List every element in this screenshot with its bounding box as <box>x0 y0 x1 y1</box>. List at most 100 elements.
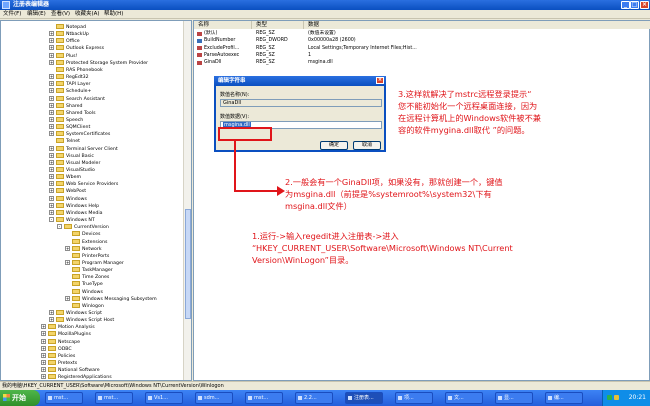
value-row[interactable]: GinaDll REG_SZ msgina.dll <box>194 59 494 66</box>
tree-node[interactable]: - CurrentVersion <box>57 224 109 231</box>
expand-icon[interactable]: + <box>49 195 54 201</box>
expand-icon[interactable]: + <box>49 145 54 151</box>
tree-node[interactable]: + Wbem <box>49 174 81 181</box>
taskbar-button[interactable]: mst... <box>245 392 283 404</box>
network-icon[interactable] <box>607 395 612 400</box>
taskbar-button[interactable]: 显... <box>495 392 533 404</box>
expand-icon[interactable]: + <box>49 174 54 180</box>
expand-icon[interactable]: + <box>49 124 54 130</box>
value-row[interactable]: BuildNumber REG_DWORD 0x00000a28 (2600) <box>194 37 494 44</box>
tree-node[interactable]: + VisualStudio <box>49 167 95 174</box>
value-row[interactable]: (默认) REG_SZ (数值未设置) <box>194 30 494 37</box>
tree-node[interactable]: + Windows Help <box>49 202 99 210</box>
tree-node[interactable]: Windows <box>65 288 103 296</box>
tree-scroll-thumb[interactable] <box>185 209 191 319</box>
tree-node[interactable]: + Plus! <box>49 52 77 60</box>
start-button[interactable]: 开始 <box>0 390 40 406</box>
expand-icon[interactable]: + <box>49 181 54 187</box>
expand-icon[interactable]: + <box>41 360 46 366</box>
expand-icon[interactable]: + <box>49 95 54 101</box>
tree-node[interactable]: Time Zones <box>65 274 109 281</box>
tree-node[interactable]: + Schedule+ <box>49 88 91 95</box>
tree-node[interactable]: + Network <box>65 245 102 253</box>
cancel-button[interactable]: 取消 <box>353 141 381 150</box>
tree-node[interactable]: + Windows Script Host <box>49 317 114 324</box>
registry-tree[interactable]: Notepad + NtbackUp + Office + Outlook Express +… <box>0 20 192 381</box>
menu-view[interactable]: 查看(V) <box>51 11 70 18</box>
expand-icon[interactable]: + <box>41 374 46 380</box>
tree-node[interactable]: + Visual Basic <box>49 152 94 160</box>
tree-node[interactable]: + Windows Messaging Subsystem <box>65 295 157 303</box>
tree-node[interactable]: PrinterPorts <box>65 252 109 260</box>
tree-node[interactable]: + Speech <box>49 116 83 124</box>
tree-node[interactable]: + Windows Script <box>49 310 102 317</box>
collapse-icon[interactable]: - <box>49 217 54 223</box>
tree-node[interactable]: + NtbackUp <box>49 31 89 38</box>
maximize-button[interactable]: □ <box>630 1 639 9</box>
expand-icon[interactable]: + <box>49 81 54 87</box>
expand-icon[interactable]: + <box>49 131 54 137</box>
tree-node[interactable]: + SQMClient <box>49 124 90 131</box>
taskbar-button[interactable]: 编... <box>545 392 583 404</box>
tree-node[interactable]: TaskManager <box>65 267 113 274</box>
expand-icon[interactable]: + <box>41 352 46 358</box>
column-name[interactable]: 名称 <box>194 21 252 29</box>
expand-icon[interactable]: + <box>49 159 54 165</box>
expand-icon[interactable]: + <box>49 74 54 80</box>
expand-icon[interactable]: + <box>65 295 70 301</box>
value-row[interactable]: ParseAutoexec REG_SZ 1 <box>194 52 494 59</box>
expand-icon[interactable]: + <box>49 109 54 115</box>
collapse-icon[interactable]: - <box>57 224 62 230</box>
expand-icon[interactable]: + <box>49 167 54 172</box>
expand-icon[interactable]: + <box>49 45 54 51</box>
expand-icon[interactable]: + <box>49 188 54 194</box>
tree-node[interactable]: + Visual Modeler <box>49 159 100 167</box>
tree-node[interactable]: + ODBC <box>41 345 72 353</box>
tree-node[interactable]: + Protected Storage System Provider <box>49 59 148 67</box>
expand-icon[interactable]: + <box>65 259 70 265</box>
menu-file[interactable]: 文件(F) <box>3 11 21 18</box>
dialog-title-bar[interactable]: 编辑字符串 × <box>214 76 386 86</box>
tree-node[interactable]: Winlogon <box>65 302 104 310</box>
tree-node[interactable]: + Terminal Server Client <box>49 145 118 153</box>
tree-node[interactable]: RAS Phonebook <box>49 66 103 74</box>
tree-node[interactable]: Devices <box>65 231 100 238</box>
expand-icon[interactable]: + <box>41 324 46 330</box>
tree-node[interactable]: + Search Assistant <box>49 95 105 103</box>
tree-node[interactable]: + WebPost <box>49 188 86 195</box>
tree-node[interactable]: + Program Manager <box>65 259 124 267</box>
tree-node[interactable]: + Shared <box>49 102 83 110</box>
tree-node[interactable]: TrueType <box>65 281 103 288</box>
tree-node[interactable]: + Pretexts <box>41 360 77 367</box>
expand-icon[interactable]: + <box>49 31 54 37</box>
taskbar-button[interactable]: sdm... <box>195 392 233 404</box>
minimize-button[interactable]: _ <box>621 1 630 9</box>
volume-icon[interactable] <box>614 395 619 400</box>
taskbar-button[interactable]: 2.2... <box>295 392 333 404</box>
menu-favorites[interactable]: 收藏夹(A) <box>75 11 100 18</box>
ok-button[interactable]: 确定 <box>320 141 348 150</box>
expand-icon[interactable]: + <box>49 38 54 44</box>
expand-icon[interactable]: + <box>49 102 54 108</box>
tree-node[interactable]: + Office <box>49 38 80 45</box>
expand-icon[interactable]: + <box>41 338 46 344</box>
tree-node[interactable]: + Motion Analysis <box>41 324 95 331</box>
taskbar-button[interactable]: 项... <box>395 392 433 404</box>
taskbar-button[interactable]: 注册表... <box>345 392 383 404</box>
expand-icon[interactable]: + <box>49 317 54 323</box>
expand-icon[interactable]: + <box>41 345 46 351</box>
tree-node[interactable]: + Windows Media <box>49 209 103 217</box>
menu-help[interactable]: 帮助(H) <box>104 11 123 18</box>
tree-node[interactable]: + Web Service Providers <box>49 181 118 188</box>
tree-node[interactable]: + Netscape <box>41 338 80 346</box>
menu-edit[interactable]: 编辑(E) <box>27 11 46 18</box>
taskbar-button[interactable]: 文... <box>445 392 483 404</box>
expand-icon[interactable]: + <box>49 202 54 208</box>
tree-node[interactable]: + Outlook Express <box>49 45 104 52</box>
column-data[interactable]: 数据 <box>304 21 650 29</box>
tree-node[interactable]: - Windows NT <box>49 217 95 224</box>
expand-icon[interactable]: + <box>65 245 70 251</box>
tree-node[interactable]: + National Software <box>41 367 100 374</box>
title-bar[interactable]: 注册表编辑器 _ □ × <box>0 0 650 10</box>
tree-node[interactable]: + Policies <box>41 352 75 360</box>
